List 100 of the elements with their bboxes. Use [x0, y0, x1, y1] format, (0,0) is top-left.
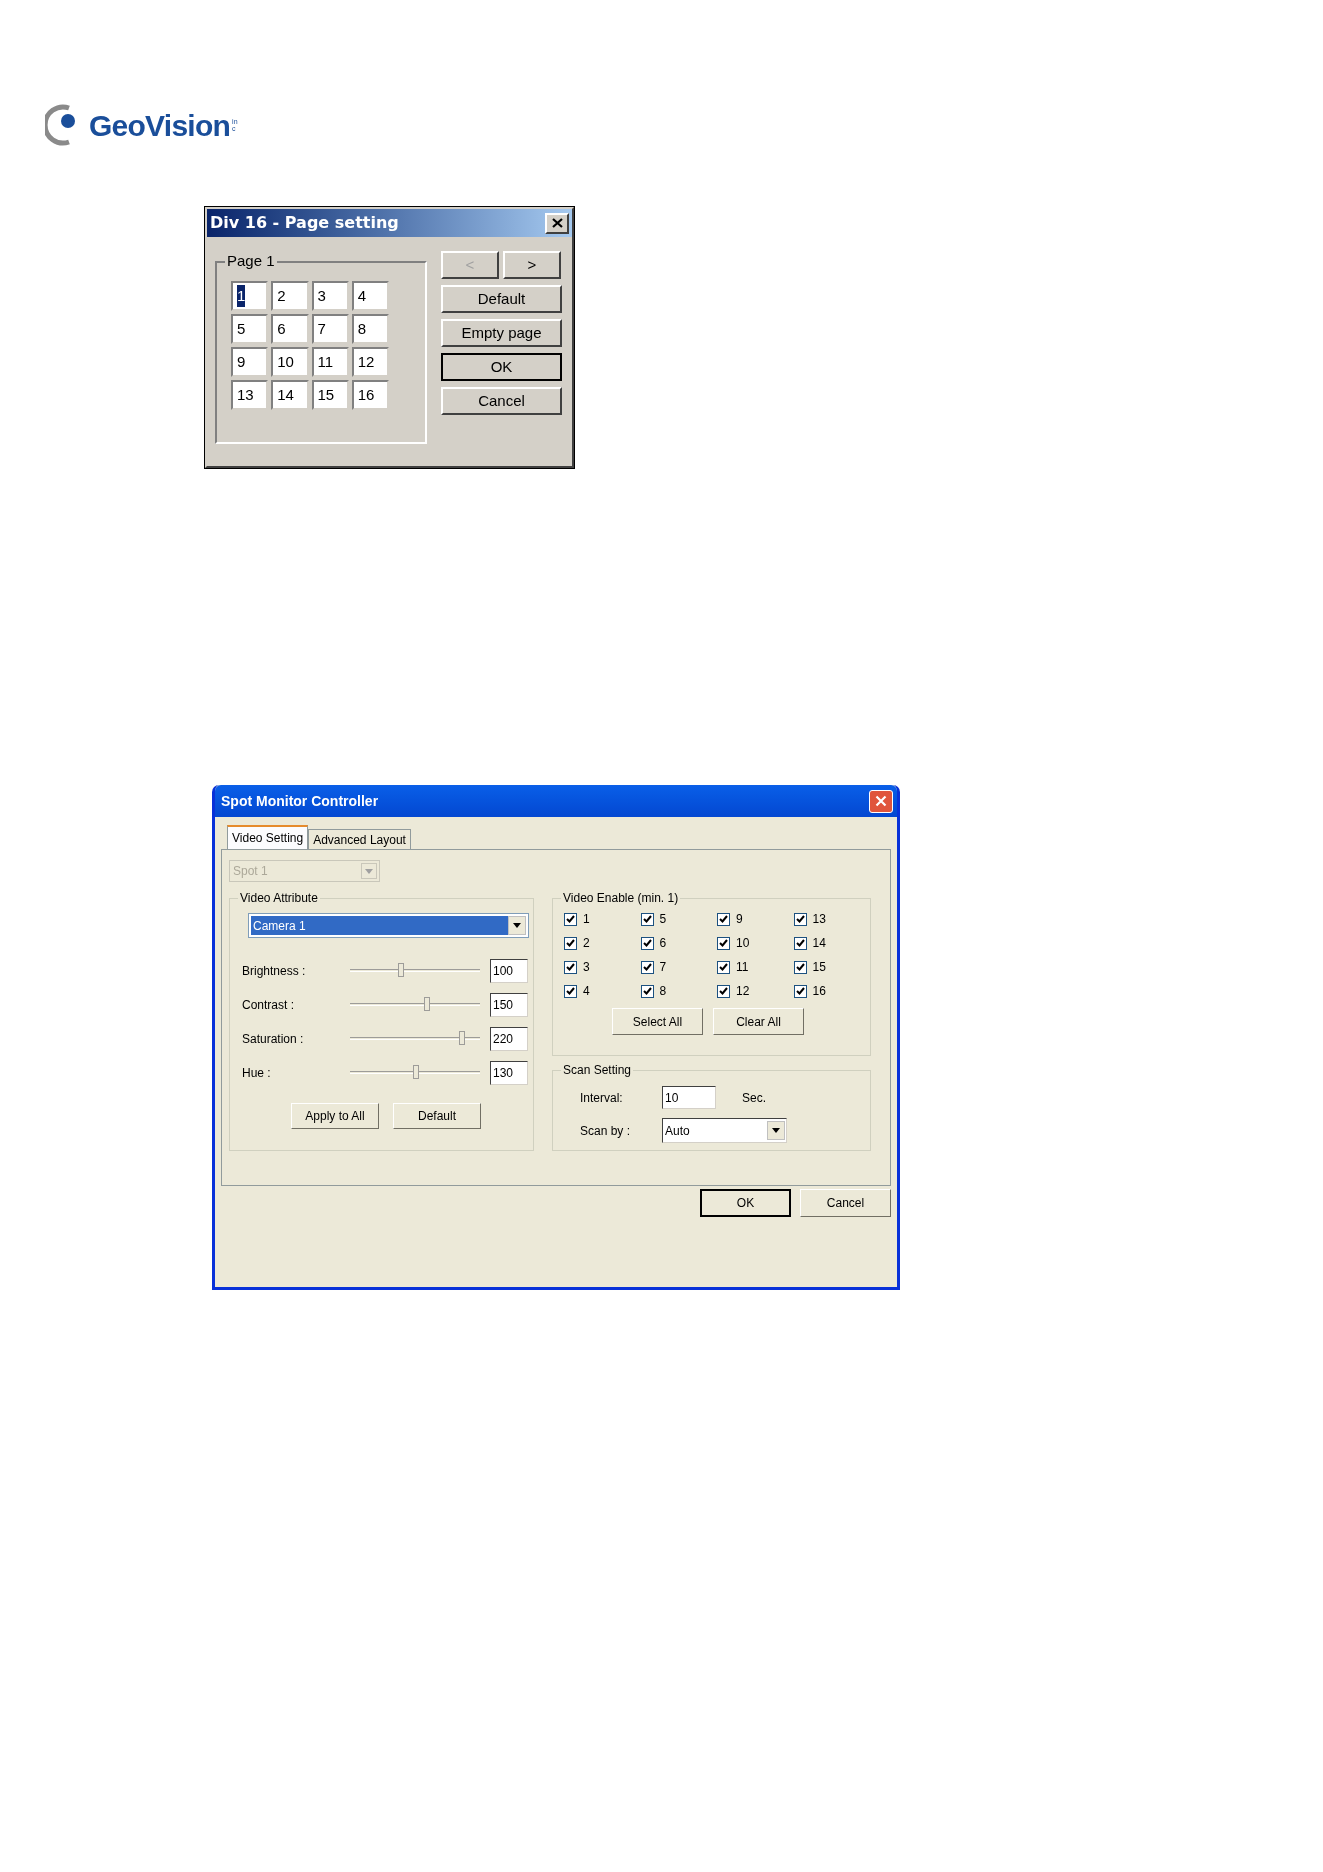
- page-cell[interactable]: 1: [231, 281, 269, 311]
- checkbox[interactable]: [717, 912, 730, 926]
- page-cell[interactable]: 3: [311, 281, 349, 311]
- checkbox-label: 4: [583, 983, 590, 1000]
- checkbox[interactable]: [564, 984, 577, 998]
- dialog-button[interactable]: OK: [700, 1189, 791, 1217]
- checkbox[interactable]: [640, 912, 654, 926]
- selected-option: Camera 1: [251, 916, 508, 935]
- dialog-button[interactable]: >: [503, 251, 561, 279]
- dialog-button[interactable]: Apply to All: [291, 1103, 379, 1129]
- page-cell[interactable]: 11: [311, 347, 349, 377]
- checkbox[interactable]: [640, 936, 654, 950]
- checkbox-label: 1: [583, 911, 590, 928]
- camera-select[interactable]: Camera 1: [248, 913, 529, 938]
- close-icon: [875, 795, 887, 807]
- close-button[interactable]: [545, 212, 569, 234]
- dialog-button[interactable]: Default: [393, 1103, 481, 1129]
- window-title: Spot Monitor Controller: [221, 791, 379, 811]
- checkbox[interactable]: [793, 960, 807, 974]
- slider-thumb[interactable]: [413, 1065, 420, 1079]
- slider-label: Saturation :: [242, 1030, 305, 1048]
- value-field[interactable]: 130: [490, 1060, 528, 1085]
- checkbox-label: 11: [736, 959, 749, 976]
- slider-label: Hue :: [242, 1064, 272, 1082]
- checkbox[interactable]: [640, 960, 654, 974]
- checkbox[interactable]: [793, 936, 807, 950]
- checkbox-label: 3: [583, 959, 590, 976]
- dialog-button[interactable]: Clear All: [713, 1008, 804, 1035]
- checkbox[interactable]: [564, 936, 577, 950]
- check-icon: [719, 987, 728, 995]
- tab[interactable]: Advanced Layout: [308, 829, 411, 849]
- tab[interactable]: Video Setting: [227, 825, 309, 849]
- page-cell[interactable]: 9: [231, 347, 269, 377]
- check-icon: [566, 915, 575, 923]
- page-cell[interactable]: 14: [271, 380, 309, 410]
- dialog-button[interactable]: Default: [441, 285, 562, 313]
- slider-thumb[interactable]: [423, 997, 430, 1011]
- dialog-button[interactable]: Cancel: [800, 1189, 891, 1217]
- checkbox-label: 10: [736, 935, 750, 952]
- interval-field[interactable]: 10: [662, 1086, 716, 1109]
- dropdown-arrow-icon: [513, 923, 521, 928]
- page-cell[interactable]: 13: [231, 380, 269, 410]
- value-field[interactable]: 150: [490, 992, 528, 1017]
- checkbox[interactable]: [717, 936, 730, 950]
- page-cell[interactable]: 5: [231, 314, 269, 344]
- group-title: Scan Setting: [561, 1062, 634, 1078]
- check-icon: [795, 963, 805, 971]
- page-cell[interactable]: 15: [311, 380, 349, 410]
- page-cell[interactable]: 7: [311, 314, 349, 344]
- checkbox-label: 5: [659, 911, 667, 928]
- dialog-button[interactable]: Select All: [612, 1008, 703, 1035]
- dialog-button[interactable]: OK: [441, 353, 562, 381]
- page-cell[interactable]: 6: [271, 314, 309, 344]
- check-icon: [795, 987, 805, 995]
- check-icon: [719, 939, 728, 947]
- interval-label: Interval:: [580, 1089, 624, 1107]
- checkbox[interactable]: [793, 912, 807, 926]
- check-icon: [795, 915, 805, 923]
- page-cell[interactable]: 16: [351, 380, 389, 410]
- slider-label: Brightness :: [242, 962, 307, 980]
- checkbox-label: 8: [659, 983, 667, 1000]
- slider-thumb[interactable]: [397, 963, 404, 977]
- dialog-button[interactable]: Cancel: [441, 387, 562, 415]
- page-cell[interactable]: 4: [351, 281, 389, 311]
- check-icon: [566, 939, 575, 947]
- dropdown-arrow-icon: [772, 1128, 780, 1133]
- checkbox-label: 9: [736, 911, 743, 928]
- checkbox[interactable]: [564, 912, 577, 926]
- checkbox-label: 14: [812, 935, 826, 952]
- dialog-button[interactable]: Empty page: [441, 319, 562, 347]
- check-icon: [719, 963, 728, 971]
- checkbox[interactable]: [717, 960, 730, 974]
- checkbox-label: 2: [583, 935, 590, 952]
- check-icon: [566, 963, 575, 971]
- checkbox-label: 12: [736, 983, 750, 1000]
- unit-label: Sec.: [742, 1089, 766, 1107]
- checkbox-label: 16: [812, 983, 826, 1000]
- check-icon: [642, 987, 652, 995]
- checkbox[interactable]: [793, 984, 807, 998]
- checkbox-label: 13: [812, 911, 826, 928]
- checkbox[interactable]: [717, 984, 730, 998]
- page-cell[interactable]: 2: [271, 281, 309, 311]
- page-cell[interactable]: 10: [271, 347, 309, 377]
- close-icon: [551, 218, 563, 228]
- check-icon: [566, 987, 575, 995]
- checkbox-label: 7: [659, 959, 667, 976]
- slider-label: Contrast :: [242, 996, 296, 1014]
- value-field[interactable]: 220: [490, 1026, 528, 1051]
- page-cell[interactable]: 8: [351, 314, 389, 344]
- check-icon: [719, 915, 728, 923]
- scan-by-select[interactable]: Auto: [662, 1118, 787, 1143]
- dropdown-arrow-icon: [365, 868, 373, 874]
- checkbox[interactable]: [564, 960, 577, 974]
- logo-text: GeoVision: [89, 107, 231, 144]
- check-icon: [795, 939, 805, 947]
- page-cell[interactable]: 12: [351, 347, 389, 377]
- check-icon: [642, 915, 652, 923]
- slider-thumb[interactable]: [458, 1031, 465, 1045]
- checkbox[interactable]: [640, 984, 654, 998]
- value-field[interactable]: 100: [490, 958, 528, 983]
